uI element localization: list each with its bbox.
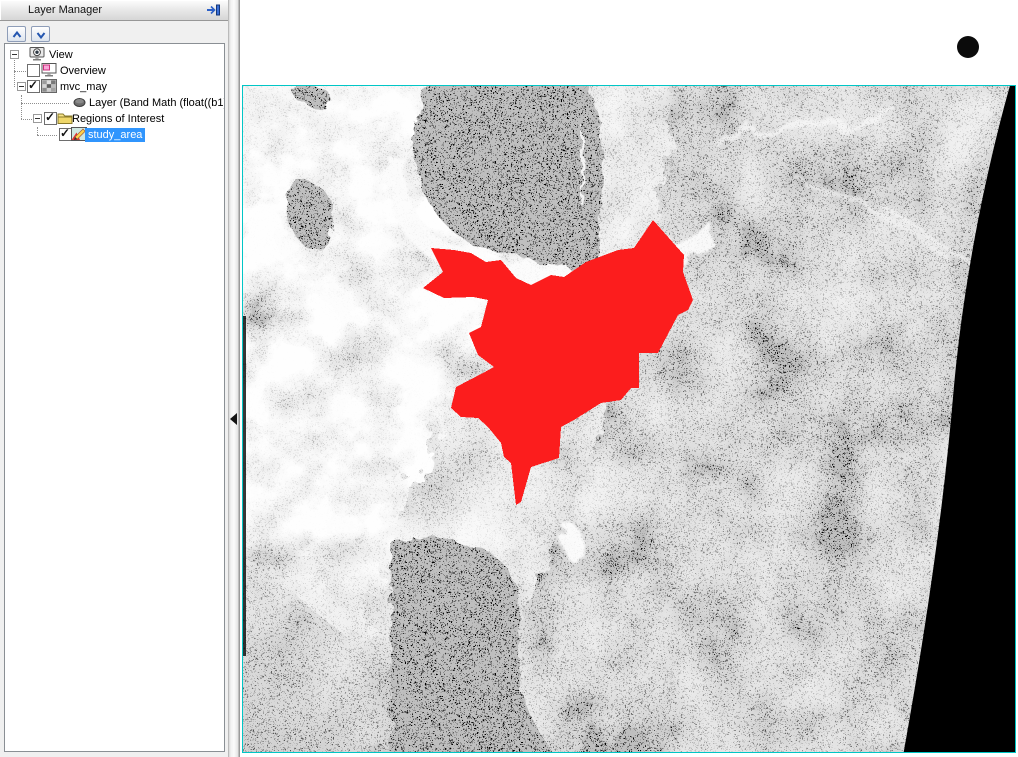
check-mark: ✓ <box>60 126 70 140</box>
satellite-image[interactable] <box>243 86 1015 752</box>
tree-item-regions-of-interest[interactable]: ✓ Regions of Interest <box>5 111 224 127</box>
envi-window: Layer Manager <box>0 0 1018 757</box>
move-layer-up-button[interactable] <box>7 26 26 42</box>
tree-item-label[interactable]: Layer (Band Math (float((b1)- <box>89 96 225 110</box>
layer-toolbar <box>0 21 228 43</box>
layer-manager-panel: Layer Manager <box>0 0 228 757</box>
layer-checkbox[interactable]: ✓ <box>27 80 40 93</box>
tree-item-mvc-may[interactable]: ✓ mvc_may <box>5 79 224 95</box>
chevron-up-icon <box>11 29 23 41</box>
check-mark: ✓ <box>45 110 55 124</box>
layer-checkbox[interactable]: ✓ <box>44 112 57 125</box>
folder-icon <box>57 111 73 125</box>
tree-item-overview[interactable]: Overview <box>5 63 224 79</box>
speckle-layer <box>243 86 1015 752</box>
collapse-toggle[interactable] <box>17 82 26 91</box>
tree-item-label[interactable]: mvc_may <box>60 80 107 94</box>
layer-checkbox[interactable] <box>27 64 40 77</box>
minus-glyph <box>35 118 40 119</box>
view-area <box>240 0 1018 757</box>
minus-glyph <box>12 54 17 55</box>
raster-icon <box>41 79 57 93</box>
layer-manager-titlebar[interactable]: Layer Manager <box>0 0 228 21</box>
tree-item-label[interactable]: Overview <box>60 64 106 78</box>
collapse-toggle[interactable] <box>10 50 19 59</box>
view-icon <box>29 47 45 61</box>
tree-item-view[interactable]: View <box>5 47 224 63</box>
panel-splitter[interactable] <box>228 0 240 757</box>
tree-item-band-math-layer[interactable]: Layer (Band Math (float((b1)- <box>5 95 224 111</box>
tree-item-label[interactable]: View <box>49 48 73 62</box>
dock-panel-icon[interactable] <box>206 3 222 17</box>
tree-item-label[interactable]: study_area <box>85 128 145 142</box>
black-dot <box>957 36 979 58</box>
left-edge-strip <box>243 316 246 656</box>
image-viewport[interactable] <box>242 85 1016 753</box>
tree-item-label[interactable]: Regions of Interest <box>72 112 164 126</box>
move-layer-down-button[interactable] <box>31 26 50 42</box>
band-icon <box>73 97 89 111</box>
layer-tree: View Overview ✓ <box>4 43 225 752</box>
collapse-panel-arrow-icon[interactable] <box>230 413 237 425</box>
chevron-down-icon <box>35 29 47 41</box>
tree-item-study-area[interactable]: ✓ study_area <box>5 127 224 143</box>
collapse-toggle[interactable] <box>33 114 42 123</box>
overview-icon <box>41 63 57 77</box>
panel-title: Layer Manager <box>28 0 102 20</box>
check-mark: ✓ <box>28 78 38 92</box>
minus-glyph <box>19 86 24 87</box>
